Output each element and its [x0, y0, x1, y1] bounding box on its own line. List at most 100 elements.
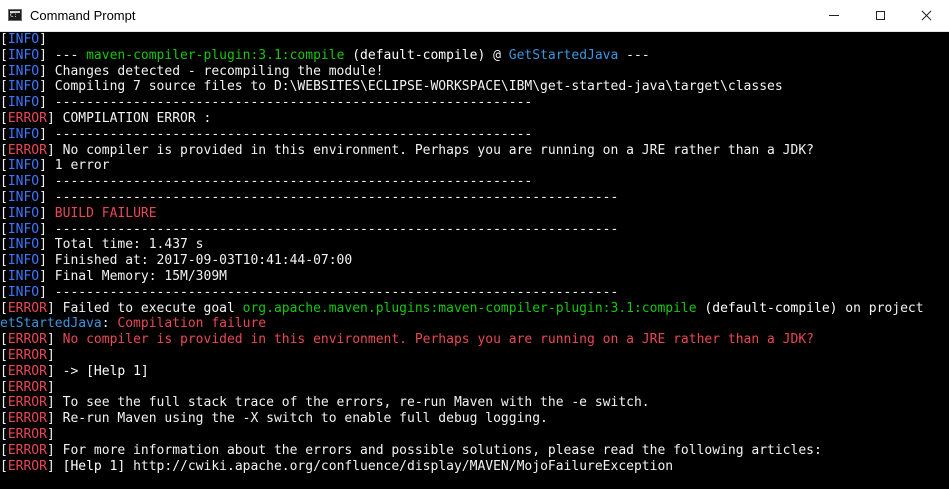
console-line: [INFO]: [0, 32, 949, 48]
console-line: [ERROR] No compiler is provided in this …: [0, 332, 949, 348]
console-text-segment: [: [0, 63, 8, 79]
console-line: [INFO] Compiling 7 source files to D:\WE…: [0, 79, 949, 95]
console-output[interactable]: [INFO] [INFO] --- maven-compiler-plugin:3…: [0, 32, 949, 489]
console-text-segment: ]: [39, 32, 47, 47]
console-text-segment: ] Finished at: 2017-09-03T10:41:44-07:00: [39, 253, 353, 269]
console-text-segment: [: [0, 300, 8, 316]
maximize-icon: [875, 11, 885, 20]
console-line: [ERROR] [Help 1] http://cwiki.apache.org…: [0, 459, 949, 475]
console-line: [INFO] Finished at: 2017-09-03T10:41:44-…: [0, 253, 949, 269]
maximize-button[interactable]: [857, 0, 903, 31]
console-text-segment: [: [0, 205, 8, 221]
console-text-segment: INFO: [7, 95, 40, 111]
console-text-segment: INFO: [7, 205, 40, 221]
console-text-segment: ]: [46, 332, 63, 348]
console-text-segment: ERROR: [7, 142, 47, 158]
console-text-segment: [: [0, 458, 8, 474]
console-line: [INFO] --- maven-compiler-plugin:3.1:com…: [0, 48, 949, 64]
console-text-segment: [: [0, 395, 8, 411]
minimize-icon: [829, 15, 839, 16]
console-text-segment: @: [485, 47, 509, 63]
console-text-segment: ] --------------------------------------…: [39, 189, 619, 205]
console-text-segment: http://cwiki.apache.org/confluence/displ…: [125, 458, 674, 474]
console-text-segment: [: [0, 253, 8, 269]
console-text-segment: Compilation failure: [117, 316, 267, 332]
console-text-segment: ] --------------------------------------…: [39, 126, 533, 142]
console-line: [ERROR] No compiler is provided in this …: [0, 143, 949, 159]
console-text-segment: INFO: [7, 189, 40, 205]
console-text-segment: ] Re-run Maven using the -X switch to en…: [46, 411, 548, 427]
console-line: [ERROR] Re-run Maven using the -X switch…: [0, 411, 949, 427]
console-text-segment: ] --------------------------------------…: [39, 284, 619, 300]
console-text-segment: INFO: [7, 174, 40, 190]
console-line: [INFO] ---------------------------------…: [0, 174, 949, 190]
console-text-segment: ] Failed to execute goal: [46, 300, 243, 316]
console-text-segment: [: [0, 347, 8, 363]
console-text-segment: ---: [618, 47, 650, 63]
console-line: [INFO] ---------------------------------…: [0, 95, 949, 111]
console-text-segment: [: [0, 174, 8, 190]
console-text-segment: [: [0, 442, 8, 458]
window-title: Command Prompt: [30, 8, 136, 23]
minimize-button[interactable]: [811, 0, 857, 31]
close-icon: [921, 10, 932, 21]
console-text-segment: ] Changes detected - recompiling the mod…: [39, 63, 384, 79]
console-text-segment: [: [0, 411, 8, 427]
command-prompt-icon[interactable]: [8, 9, 22, 21]
console-text-segment: INFO: [7, 284, 40, 300]
console-line: [ERROR] Failed to execute goal org.apach…: [0, 301, 949, 317]
console-text-segment: (default-compile): [344, 47, 486, 63]
title-bar[interactable]: Command Prompt: [0, 0, 949, 32]
console-text-segment: BUILD FAILURE: [54, 205, 157, 221]
console-text-segment: GetStartedJava: [508, 47, 619, 63]
console-text-segment: INFO: [7, 268, 40, 284]
console-text-segment: ] 1 error: [39, 158, 110, 174]
console-text-segment: INFO: [7, 47, 40, 63]
console-text-segment: [: [0, 284, 8, 300]
console-text-segment: :: [101, 316, 118, 332]
close-button[interactable]: [903, 0, 949, 31]
console-text-segment: ] ->: [46, 363, 87, 379]
console-text-segment: ERROR: [7, 411, 47, 427]
console-line: [INFO] BUILD FAILURE: [0, 206, 949, 222]
console-text-segment: [: [0, 47, 8, 63]
console-text-segment: maven-compiler-plugin:3.1:compile: [86, 47, 345, 63]
console-text-segment: ]: [46, 458, 63, 474]
console-text-segment: ]: [46, 347, 55, 363]
console-text-segment: [: [0, 332, 8, 348]
console-text-segment: ]: [39, 205, 55, 221]
console-text-segment: [: [0, 221, 8, 237]
console-text-segment: INFO: [7, 63, 40, 79]
console-text-segment: etStartedJava: [0, 316, 102, 332]
console-line: [ERROR]: [0, 380, 949, 396]
console-text-segment: [: [0, 363, 8, 379]
console-text-segment: ERROR: [7, 300, 47, 316]
console-text-segment: [: [0, 189, 8, 205]
console-line: [ERROR]: [0, 427, 949, 443]
console-text-segment: ] --------------------------------------…: [39, 221, 619, 237]
console-text-segment: No compiler is provided in this environm…: [62, 332, 814, 348]
command-prompt-window: Command Prompt [INFO][INFO] --- maven-co…: [0, 0, 949, 489]
console-text-segment: [: [0, 110, 8, 126]
console-text-segment: [: [0, 79, 8, 95]
console-text-segment: ] No compiler is provided in this enviro…: [46, 142, 814, 158]
console-text-segment: ERROR: [7, 379, 47, 395]
console-text-segment: INFO: [7, 32, 40, 47]
console-text-segment: ERROR: [7, 332, 47, 348]
console-text-segment: ] --------------------------------------…: [39, 174, 533, 190]
console-text-segment: ] Compiling 7 source files to D:\WEBSITE…: [39, 79, 783, 95]
console-text-segment: ] To see the full stack trace of the err…: [46, 395, 650, 411]
console-text-segment: [: [0, 126, 8, 142]
console-text-segment: ERROR: [7, 347, 47, 363]
console-text-segment: INFO: [7, 79, 40, 95]
console-text-segment: ERROR: [7, 458, 47, 474]
console-line: [INFO] ---------------------------------…: [0, 127, 949, 143]
console-text-segment: ] Total time: 1.437 s: [39, 237, 204, 253]
console-text-segment: ] Final Memory: 15M/309M: [39, 268, 227, 284]
console-text-segment: ] --------------------------------------…: [39, 95, 533, 111]
console-text-segment: [: [0, 426, 8, 442]
console-text-segment: ERROR: [7, 363, 47, 379]
console-text-segment: INFO: [7, 237, 40, 253]
console-line: [ERROR] For more information about the e…: [0, 443, 949, 459]
console-text-segment: ERROR: [7, 395, 47, 411]
